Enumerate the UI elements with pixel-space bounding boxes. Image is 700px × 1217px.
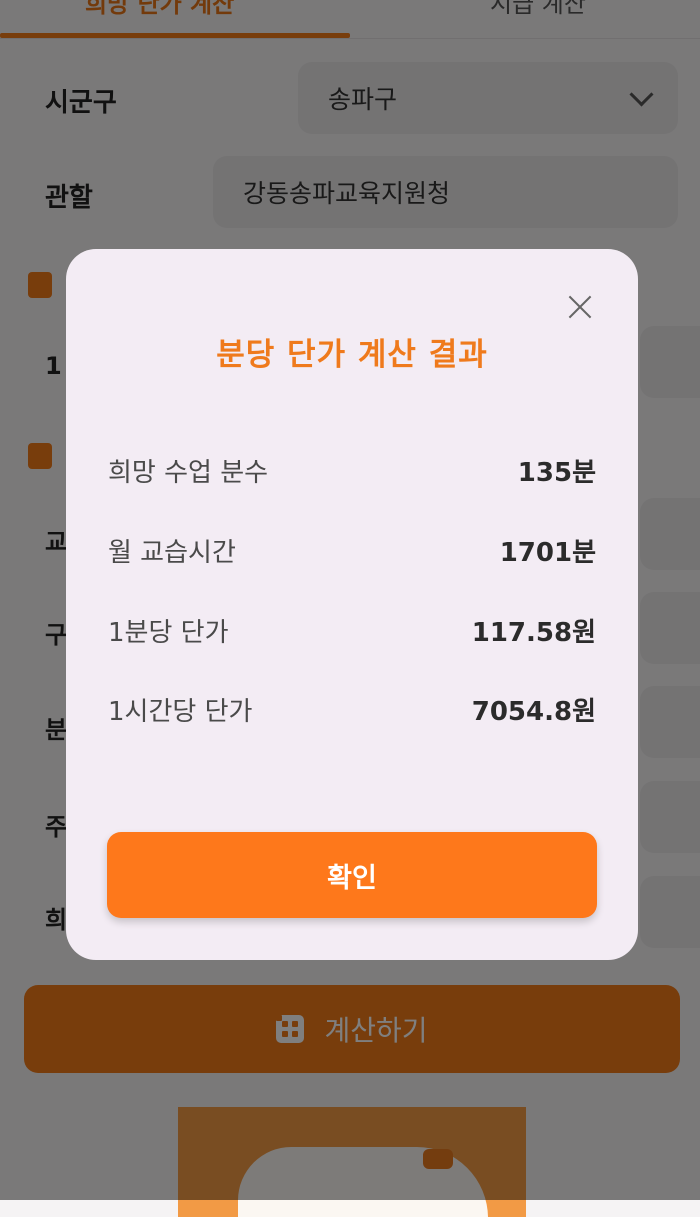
result-label: 월 교습시간 (108, 537, 236, 568)
dialog-title: 분당 단가 계산 결과 (216, 337, 488, 373)
confirm-button[interactable]: 확인 (107, 832, 597, 918)
result-value: 1701분 (499, 537, 596, 568)
result-row-monthly-time: 월 교습시간 1701분 (108, 530, 596, 570)
result-label: 희망 수업 분수 (108, 457, 269, 488)
result-value: 7054.8원 (471, 696, 596, 727)
result-row-desired-minutes: 희망 수업 분수 135분 (108, 450, 596, 490)
result-label: 1시간당 단가 (108, 696, 253, 727)
result-dialog: 분당 단가 계산 결과 희망 수업 분수 135분 월 교습시간 1701분 1… (66, 249, 638, 960)
result-row-per-minute: 1분당 단가 117.58원 (108, 610, 596, 650)
result-label: 1분당 단가 (108, 617, 229, 648)
result-value: 117.58원 (471, 617, 596, 648)
close-icon[interactable] (562, 289, 598, 325)
result-row-per-hour: 1시간당 단가 7054.8원 (108, 689, 596, 729)
result-value: 135분 (517, 457, 596, 488)
